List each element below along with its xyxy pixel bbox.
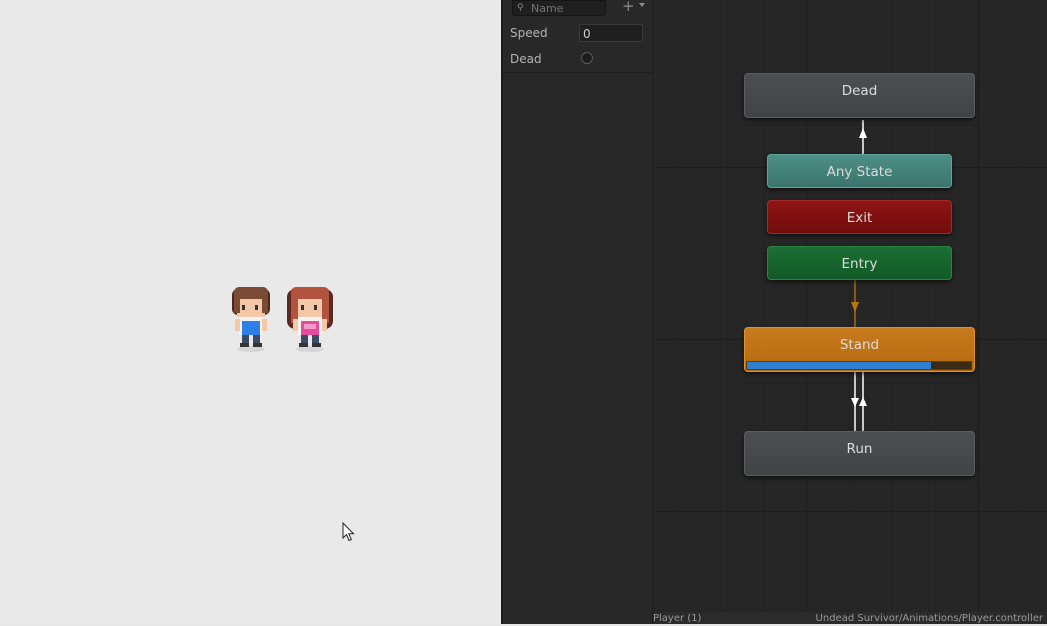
- state-node-entry[interactable]: Entry: [767, 246, 952, 280]
- chevron-down-icon: [639, 3, 645, 7]
- arrow-down-icon: [851, 302, 859, 312]
- parameter-name: Dead: [510, 52, 542, 66]
- dead-bool-toggle[interactable]: [581, 52, 593, 64]
- boy-character-sprite: [232, 287, 270, 352]
- parameter-name: Speed: [510, 26, 548, 40]
- stand-playback-progress: [746, 361, 972, 370]
- parameters-panel: [503, 0, 653, 624]
- game-view[interactable]: [0, 0, 501, 624]
- state-node-label: Exit: [846, 210, 873, 226]
- state-node-exit[interactable]: Exit: [767, 200, 952, 234]
- state-node-label: Run: [846, 441, 873, 457]
- stand-playback-progress-fill: [747, 362, 931, 369]
- state-node-label: Dead: [841, 83, 878, 99]
- parameter-search-input[interactable]: [531, 1, 603, 15]
- arrow-down-icon: [851, 398, 859, 407]
- parameter-row-dead[interactable]: Dead: [503, 47, 652, 72]
- arrow-up-icon: [859, 128, 867, 138]
- parameter-row-speed[interactable]: Speed 0: [503, 21, 652, 46]
- state-node-label: Stand: [839, 337, 880, 353]
- state-node-label: Any State: [826, 164, 893, 180]
- arrow-up-icon: [859, 397, 867, 406]
- search-icon: ⚲: [517, 3, 524, 13]
- parameters-separator: [503, 72, 652, 73]
- speed-float-field[interactable]: 0: [579, 24, 643, 42]
- parameter-search[interactable]: ⚲: [512, 0, 606, 16]
- add-parameter-button[interactable]: +: [622, 0, 650, 15]
- girl-character-sprite: [287, 287, 333, 352]
- plus-icon: +: [622, 0, 635, 15]
- state-node-any-state[interactable]: Any State: [767, 154, 952, 188]
- state-node-label: Entry: [841, 256, 878, 272]
- state-node-dead[interactable]: Dead: [744, 73, 975, 118]
- graph-statusbar: Player (1) Undead Survivor/Animations/Pl…: [653, 612, 1047, 624]
- mouse-cursor-icon: [342, 522, 355, 542]
- state-node-run[interactable]: Run: [744, 431, 975, 476]
